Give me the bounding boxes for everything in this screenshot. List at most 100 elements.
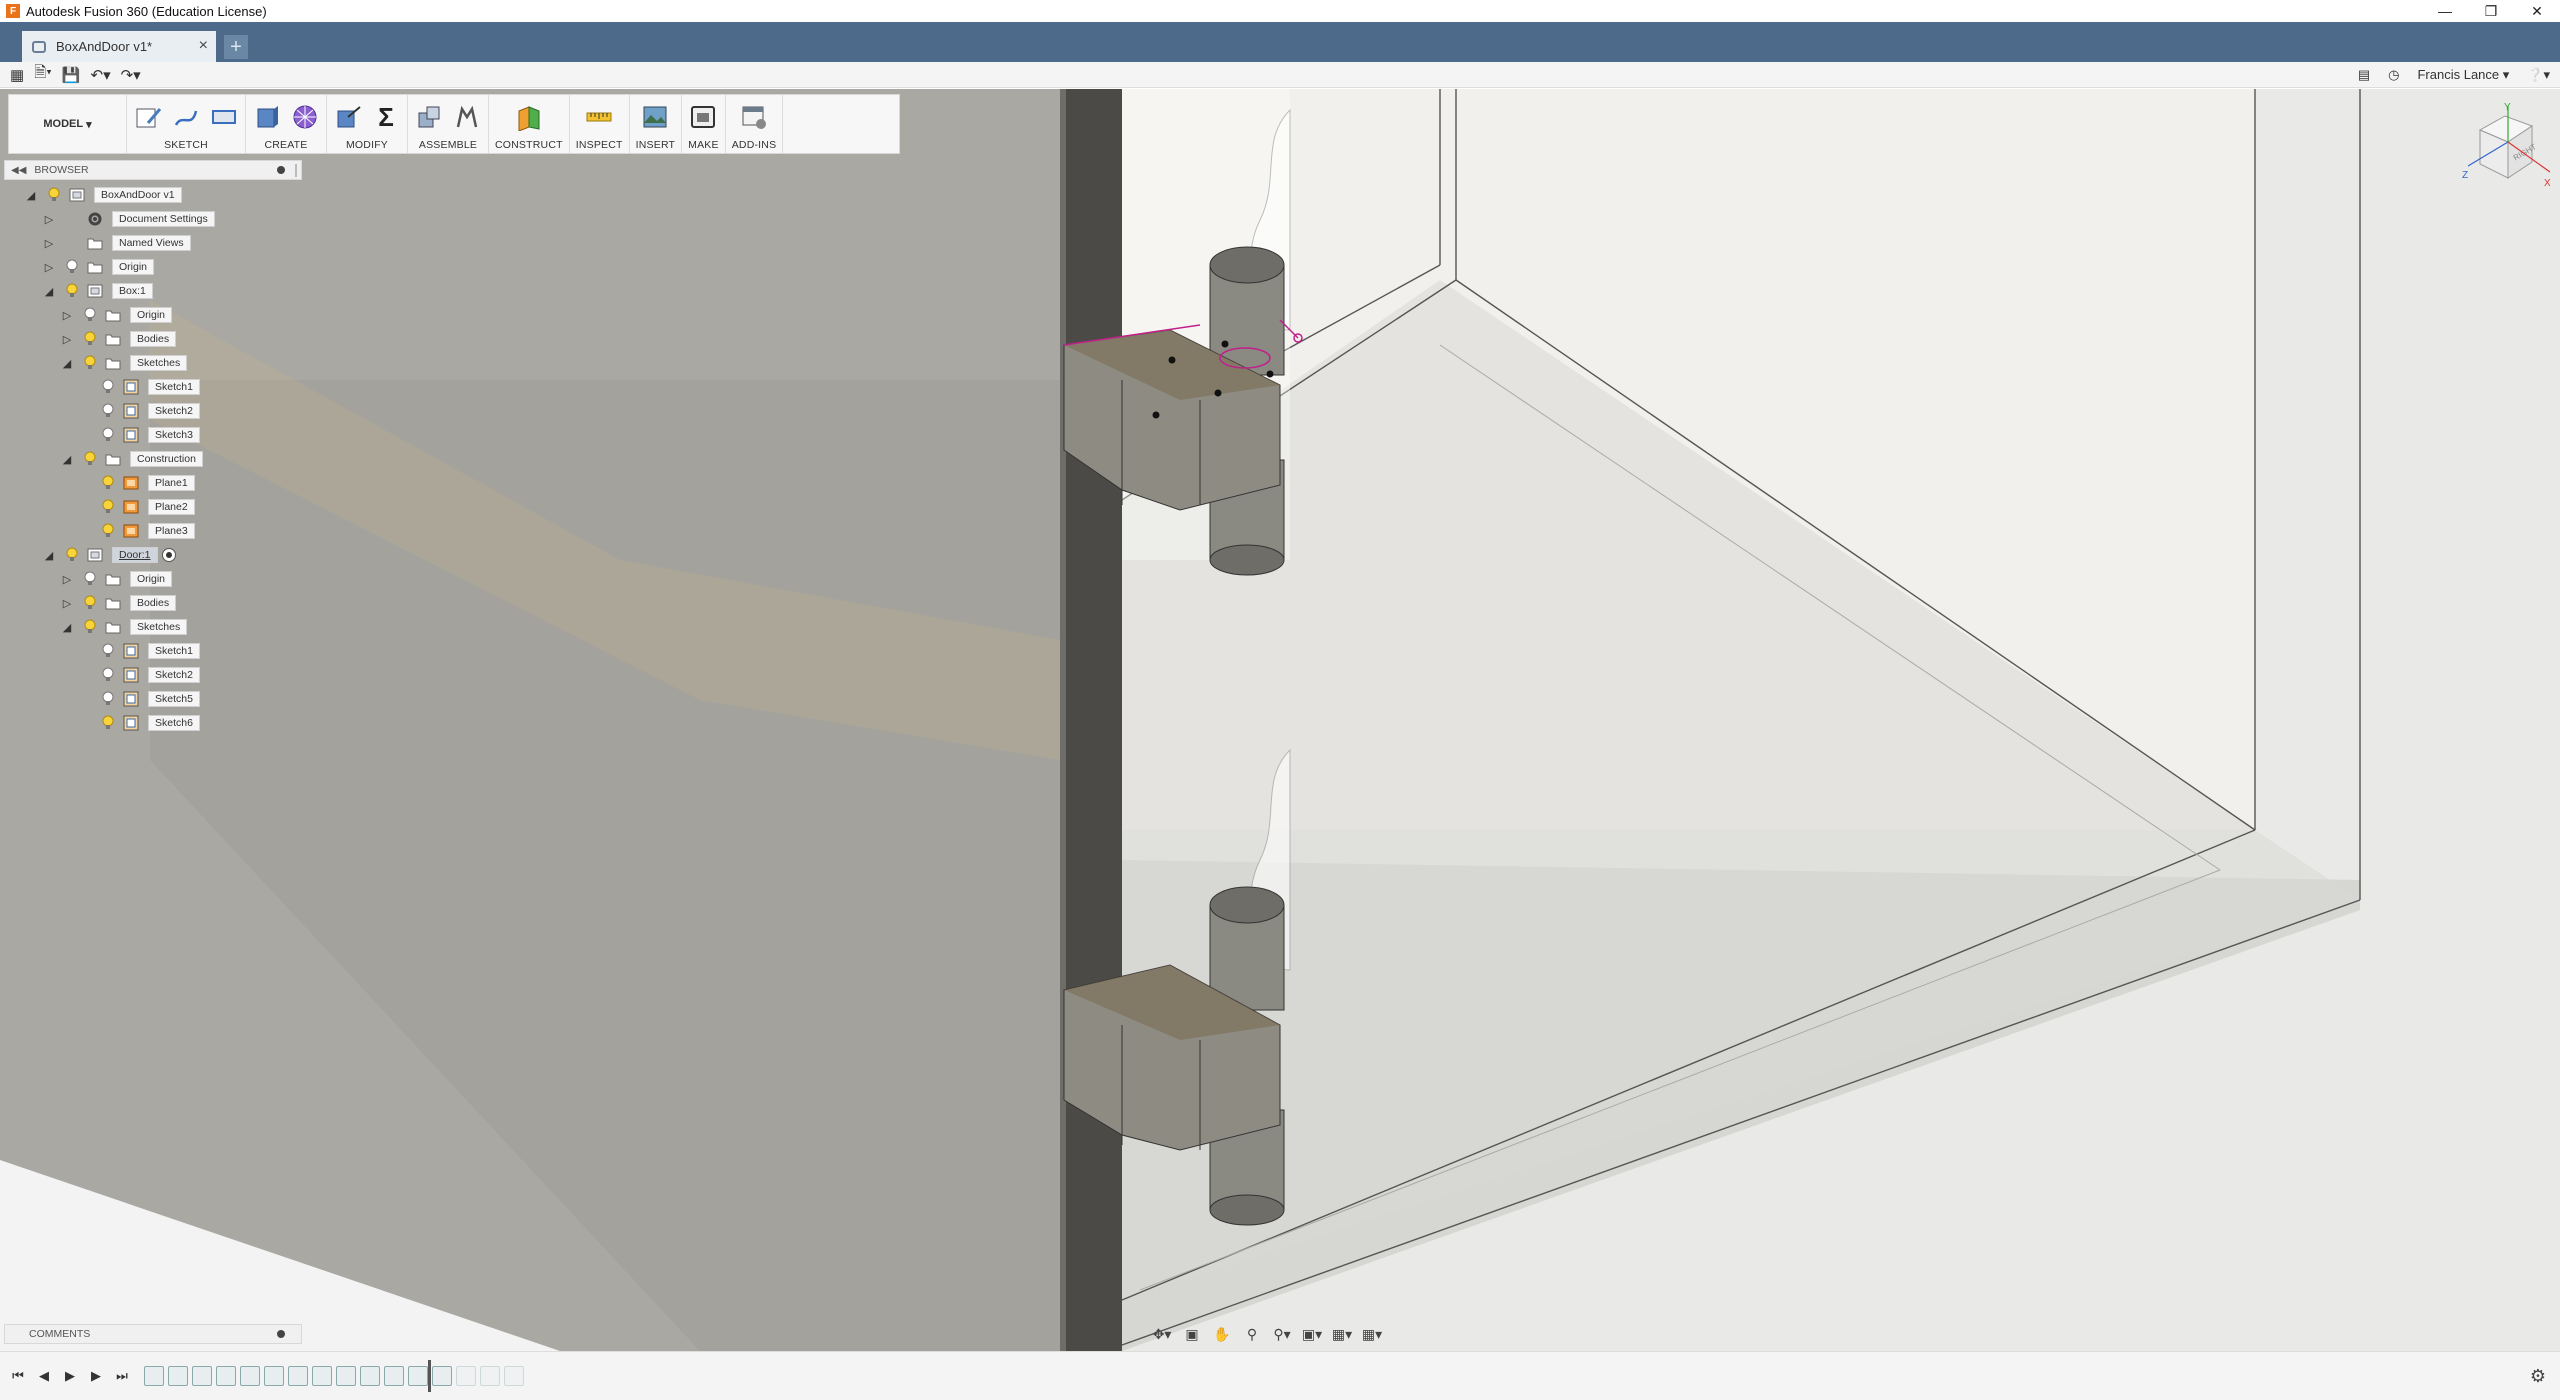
- timeline-feature[interactable]: [264, 1366, 284, 1386]
- sketch-group[interactable]: SKETCH: [127, 95, 246, 153]
- timeline-feature[interactable]: [408, 1366, 428, 1386]
- browser-item[interactable]: ▷ Origin: [60, 304, 173, 326]
- line-icon[interactable]: [171, 102, 201, 132]
- timeline-marker[interactable]: [428, 1360, 431, 1392]
- pin-icon[interactable]: [277, 166, 285, 174]
- measure-icon[interactable]: [584, 102, 614, 132]
- go-to-end-icon[interactable]: ⏭: [112, 1366, 132, 1386]
- timeline-feature[interactable]: [360, 1366, 380, 1386]
- browser-item[interactable]: Sketch2: [78, 400, 200, 422]
- new-component-icon[interactable]: [414, 102, 444, 132]
- timeline-feature[interactable]: [168, 1366, 188, 1386]
- addins-group[interactable]: ADD-INS: [726, 95, 784, 153]
- look-at-icon[interactable]: ▣: [1180, 1323, 1204, 1345]
- close-window-button[interactable]: ✕: [2514, 0, 2560, 22]
- visibility-bulb-icon[interactable]: [100, 499, 116, 515]
- browser-item[interactable]: ◢ Sketches: [60, 352, 188, 374]
- visibility-bulb-icon[interactable]: [100, 427, 116, 443]
- view-cube[interactable]: RIGHT X Y Z: [2460, 100, 2551, 190]
- visibility-bulb-icon[interactable]: [100, 523, 116, 539]
- play-icon[interactable]: ▶: [60, 1366, 80, 1386]
- expand-down-icon[interactable]: ◢: [42, 549, 56, 562]
- timeline-settings-gear-icon[interactable]: ⚙: [2530, 1366, 2546, 1387]
- make-group[interactable]: MAKE: [682, 95, 726, 153]
- timeline-feature[interactable]: [312, 1366, 332, 1386]
- assemble-group[interactable]: ASSEMBLE: [408, 95, 489, 153]
- timeline-feature[interactable]: [336, 1366, 356, 1386]
- create-group[interactable]: CREATE: [246, 95, 327, 153]
- expand-right-icon[interactable]: ▷: [42, 237, 56, 250]
- visibility-bulb-icon[interactable]: [82, 571, 98, 587]
- timeline-feature[interactable]: [216, 1366, 236, 1386]
- visibility-bulb-icon[interactable]: [100, 643, 116, 659]
- workspace-switcher[interactable]: MODEL ▾: [9, 95, 127, 153]
- visibility-bulb-icon[interactable]: [82, 619, 98, 635]
- go-to-start-icon[interactable]: ⏮: [8, 1366, 28, 1386]
- browser-item[interactable]: Plane3: [78, 520, 195, 542]
- joint-icon[interactable]: [452, 102, 482, 132]
- inspect-group[interactable]: INSPECT: [570, 95, 630, 153]
- browser-item[interactable]: ▷ Origin: [60, 568, 173, 590]
- expand-right-icon[interactable]: ▷: [60, 309, 74, 322]
- expand-down-icon[interactable]: ◢: [42, 285, 56, 298]
- browser-item[interactable]: Plane2: [78, 496, 195, 518]
- viewports-icon[interactable]: ▦▾: [1360, 1323, 1384, 1345]
- browser-item[interactable]: ◢ BoxAndDoor v1: [24, 184, 182, 206]
- browser-item[interactable]: Sketch1: [78, 640, 200, 662]
- visibility-bulb-icon[interactable]: [64, 283, 80, 299]
- activate-component-radio-icon[interactable]: [161, 548, 176, 562]
- expand-right-icon[interactable]: ▷: [60, 333, 74, 346]
- expand-right-icon[interactable]: ▷: [60, 573, 74, 586]
- step-back-icon[interactable]: ◀: [34, 1366, 54, 1386]
- visibility-bulb-icon[interactable]: [100, 691, 116, 707]
- new-tab-button[interactable]: +: [224, 35, 248, 59]
- undo-icon[interactable]: ↶▾: [91, 64, 111, 86]
- browser-panel-header[interactable]: ◀◀ BROWSER: [4, 160, 302, 180]
- panel-resize-handle[interactable]: [295, 164, 297, 177]
- timeline-feature-suppressed[interactable]: [456, 1366, 476, 1386]
- visibility-bulb-icon[interactable]: [100, 715, 116, 731]
- fit-zoom-icon[interactable]: ⚲▾: [1270, 1323, 1294, 1345]
- browser-item[interactable]: ◢ Door:1: [42, 544, 176, 566]
- job-status-icon[interactable]: ▤: [2358, 67, 2370, 83]
- comments-pin-icon[interactable]: [277, 1330, 285, 1338]
- browser-item[interactable]: ◢ Sketches: [60, 616, 188, 638]
- scripts-addins-icon[interactable]: [739, 102, 769, 132]
- expand-down-icon[interactable]: ◢: [24, 189, 38, 202]
- expand-down-icon[interactable]: ◢: [60, 357, 74, 370]
- timeline-feature-suppressed[interactable]: [480, 1366, 500, 1386]
- comments-panel-header[interactable]: COMMENTS: [4, 1324, 302, 1344]
- form-icon[interactable]: [290, 102, 320, 132]
- construct-group[interactable]: CONSTRUCT: [489, 95, 570, 153]
- expand-right-icon[interactable]: ▷: [42, 213, 56, 226]
- timeline-feature[interactable]: [192, 1366, 212, 1386]
- visibility-bulb-icon[interactable]: [64, 259, 80, 275]
- 3d-viewport[interactable]: [0, 89, 2560, 1351]
- timeline-feature[interactable]: [240, 1366, 260, 1386]
- timeline-feature[interactable]: [384, 1366, 404, 1386]
- expand-right-icon[interactable]: ▷: [42, 261, 56, 274]
- browser-item[interactable]: ▷ Document Settings: [42, 208, 215, 230]
- visibility-bulb-icon[interactable]: [82, 355, 98, 371]
- zoom-icon[interactable]: ⚲: [1240, 1323, 1264, 1345]
- browser-item[interactable]: Sketch5: [78, 688, 200, 710]
- timeline-feature[interactable]: [432, 1366, 452, 1386]
- file-menu-icon[interactable]: 🗎▾: [34, 64, 52, 86]
- grid-settings-icon[interactable]: ▦▾: [1330, 1323, 1354, 1345]
- close-tab-icon[interactable]: ×: [199, 37, 208, 55]
- offset-plane-icon[interactable]: [514, 102, 544, 132]
- create-sketch-icon[interactable]: [133, 102, 163, 132]
- visibility-bulb-icon[interactable]: [100, 475, 116, 491]
- browser-item[interactable]: Plane1: [78, 472, 195, 494]
- display-settings-icon[interactable]: ▣▾: [1300, 1323, 1324, 1345]
- visibility-bulb-icon[interactable]: [100, 379, 116, 395]
- visibility-bulb-icon[interactable]: [82, 451, 98, 467]
- timeline-feature-suppressed[interactable]: [504, 1366, 524, 1386]
- visibility-bulb-icon[interactable]: [46, 187, 62, 203]
- browser-item[interactable]: Sketch6: [78, 712, 200, 734]
- 3d-print-icon[interactable]: [688, 102, 718, 132]
- document-tab[interactable]: BoxAndDoor v1* ×: [22, 31, 216, 62]
- visibility-bulb-icon[interactable]: [100, 667, 116, 683]
- step-forward-icon[interactable]: ▶: [86, 1366, 106, 1386]
- visibility-bulb-icon[interactable]: [64, 547, 80, 563]
